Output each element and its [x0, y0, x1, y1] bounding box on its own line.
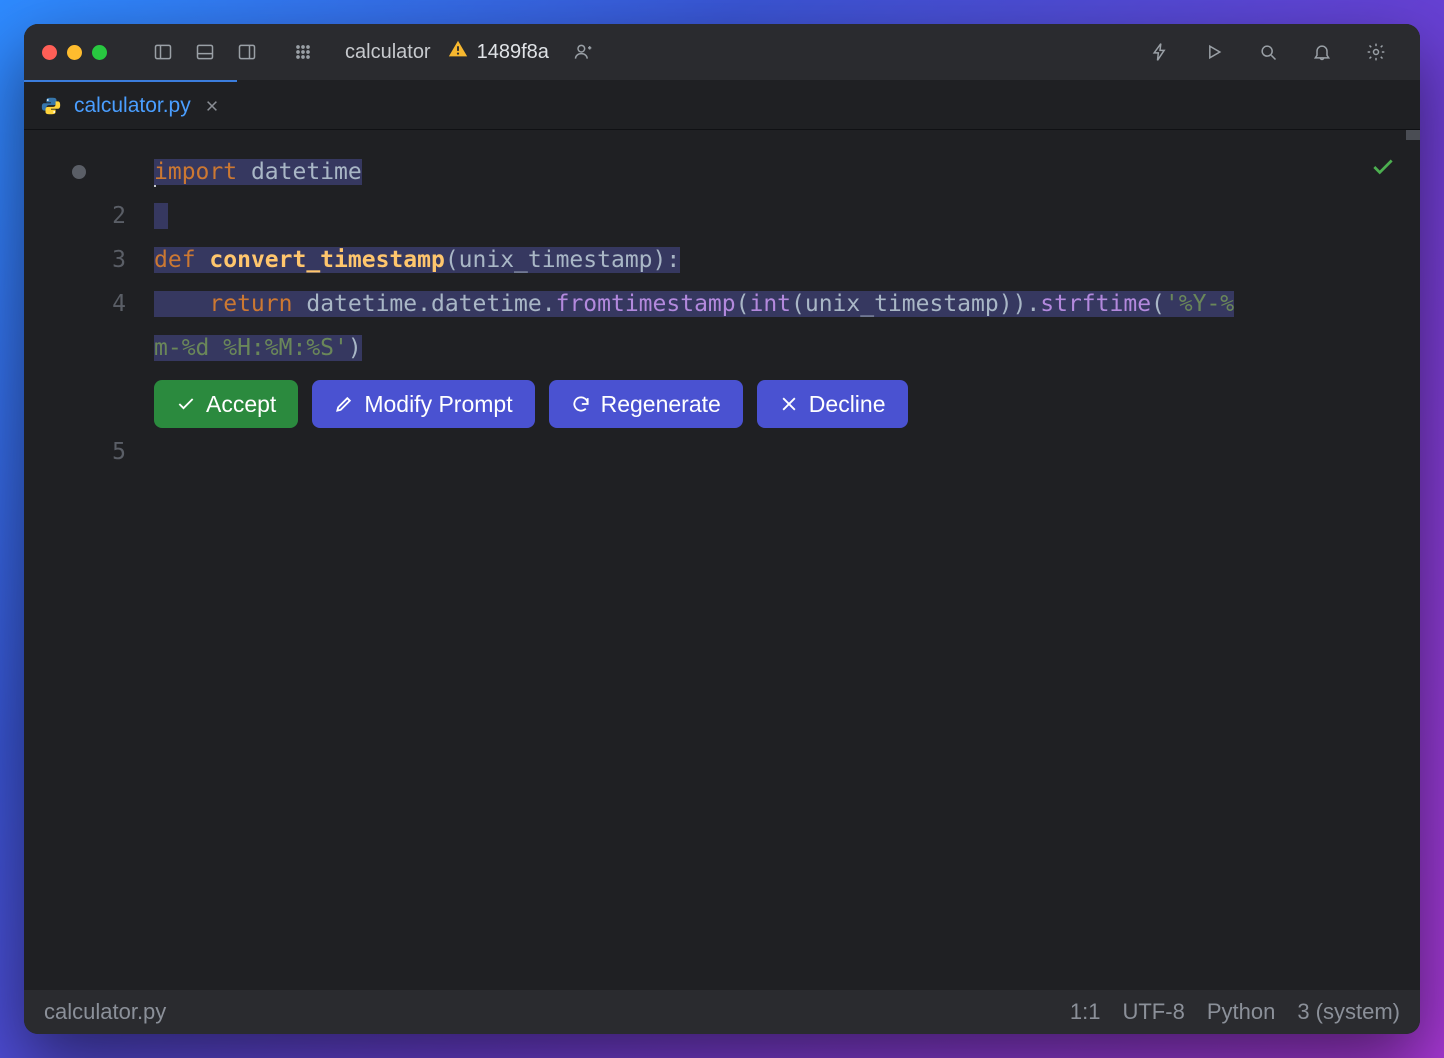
status-bar: calculator.py 1:1 UTF-8 Python 3 (system… [24, 990, 1420, 1034]
modify-label: Modify Prompt [364, 391, 512, 418]
close-icon [779, 394, 799, 414]
accept-label: Accept [206, 391, 276, 418]
status-runtime[interactable]: 3 (system) [1297, 999, 1400, 1025]
run-icon[interactable] [1196, 34, 1232, 70]
line-number[interactable]: 5 [24, 430, 154, 474]
ide-window: calculator 1489f8a calculator.py [24, 24, 1420, 1034]
line-number[interactable] [24, 326, 154, 370]
status-language[interactable]: Python [1207, 999, 1276, 1025]
accept-button[interactable]: Accept [154, 380, 298, 428]
code-line[interactable] [154, 194, 1420, 238]
regenerate-button[interactable]: Regenerate [549, 380, 743, 428]
panel-bottom-icon[interactable] [187, 34, 223, 70]
tab-calculator-py[interactable]: calculator.py [24, 80, 237, 129]
titlebar-right [1142, 34, 1394, 70]
ai-action-bar: Accept Modify Prompt Regenerate Decline [154, 380, 908, 428]
code-line[interactable]: def convert_timestamp(unix_timestamp): [154, 238, 1420, 282]
code-area[interactable]: import datetime def convert_timestamp(un… [154, 130, 1420, 990]
check-icon [176, 394, 196, 414]
layout-button-group [145, 34, 265, 70]
code-line[interactable]: return datetime.datetime.fromtimestamp(i… [154, 282, 1420, 326]
python-file-icon [40, 95, 62, 117]
gutter: 2 3 4 5 [24, 130, 154, 990]
gear-icon[interactable] [1358, 34, 1394, 70]
warning-icon [447, 38, 469, 66]
close-window-button[interactable] [42, 45, 57, 60]
line-number[interactable]: 3 [24, 238, 154, 282]
bell-icon[interactable] [1304, 34, 1340, 70]
refresh-icon [571, 394, 591, 414]
titlebar-center: calculator 1489f8a [345, 34, 601, 70]
line-number[interactable]: 2 [24, 194, 154, 238]
editor[interactable]: 2 3 4 5 import datetime def convert_time… [24, 130, 1420, 990]
regenerate-label: Regenerate [601, 391, 721, 418]
status-file[interactable]: calculator.py [44, 999, 166, 1025]
window-controls [42, 45, 107, 60]
panel-left-icon[interactable] [145, 34, 181, 70]
modify-prompt-button[interactable]: Modify Prompt [312, 380, 534, 428]
code-line[interactable]: m-%d %H:%M:%S') [154, 326, 1420, 370]
tab-close-icon[interactable] [203, 97, 221, 115]
decline-label: Decline [809, 391, 886, 418]
line-number[interactable]: 4 [24, 282, 154, 326]
add-user-icon[interactable] [565, 34, 601, 70]
fullscreen-window-button[interactable] [92, 45, 107, 60]
grid-icon[interactable] [285, 34, 321, 70]
minimize-window-button[interactable] [67, 45, 82, 60]
vcs-warning-badge[interactable]: 1489f8a [447, 38, 549, 66]
breakpoint-dot[interactable] [72, 165, 86, 179]
titlebar: calculator 1489f8a [24, 24, 1420, 80]
search-icon[interactable] [1250, 34, 1286, 70]
code-line[interactable]: import datetime [154, 150, 1420, 194]
status-encoding[interactable]: UTF-8 [1122, 999, 1184, 1025]
bolt-icon[interactable] [1142, 34, 1178, 70]
project-name[interactable]: calculator [345, 41, 431, 64]
tab-strip: calculator.py [24, 80, 1420, 130]
tab-filename: calculator.py [74, 94, 191, 118]
commit-hash: 1489f8a [477, 41, 549, 64]
pencil-icon [334, 394, 354, 414]
line-number[interactable] [24, 150, 154, 194]
panel-right-icon[interactable] [229, 34, 265, 70]
decline-button[interactable]: Decline [757, 380, 908, 428]
status-position[interactable]: 1:1 [1070, 999, 1101, 1025]
